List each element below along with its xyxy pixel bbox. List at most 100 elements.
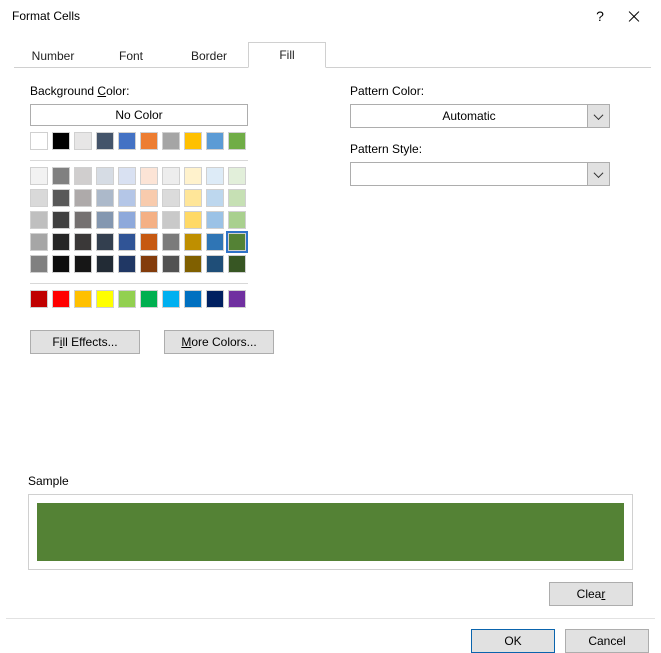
color-swatch[interactable] [206, 167, 224, 185]
sample-label: Sample [28, 474, 633, 488]
color-swatch[interactable] [30, 233, 48, 251]
color-swatch[interactable] [184, 189, 202, 207]
color-swatch[interactable] [162, 290, 180, 308]
pattern-style-combo[interactable] [350, 162, 610, 186]
fill-effects-button[interactable]: Fill Effects... [30, 330, 140, 354]
divider [30, 283, 248, 284]
theme-tints-grid [30, 167, 290, 275]
chevron-down-icon [587, 105, 609, 127]
color-swatch[interactable] [118, 132, 136, 150]
color-swatch[interactable] [206, 255, 224, 273]
color-swatch[interactable] [30, 132, 48, 150]
color-swatch[interactable] [30, 255, 48, 273]
color-swatch[interactable] [74, 189, 92, 207]
close-icon [627, 9, 641, 23]
color-swatch[interactable] [30, 211, 48, 229]
close-button[interactable] [617, 2, 651, 30]
color-swatch[interactable] [52, 211, 70, 229]
pattern-color-combo[interactable]: Automatic [350, 104, 610, 128]
pattern-color-value: Automatic [351, 109, 587, 123]
color-swatch[interactable] [162, 132, 180, 150]
sample-box [28, 494, 633, 570]
no-color-button[interactable]: No Color [30, 104, 248, 126]
color-swatch[interactable] [162, 167, 180, 185]
color-swatch[interactable] [74, 233, 92, 251]
ok-button[interactable]: OK [471, 629, 555, 653]
color-swatch[interactable] [74, 211, 92, 229]
standard-color-row [30, 290, 290, 310]
color-swatch[interactable] [206, 290, 224, 308]
color-swatch[interactable] [184, 167, 202, 185]
color-swatch[interactable] [118, 233, 136, 251]
color-swatch[interactable] [184, 290, 202, 308]
sample-fill [37, 503, 624, 561]
dialog-title: Format Cells [12, 9, 583, 23]
color-swatch[interactable] [118, 189, 136, 207]
color-swatch[interactable] [228, 290, 246, 308]
help-button[interactable]: ? [583, 2, 617, 30]
tab-bar: Number Font Border Fill [14, 42, 651, 68]
color-swatch[interactable] [96, 167, 114, 185]
more-colors-button[interactable]: More Colors... [164, 330, 274, 354]
color-swatch[interactable] [162, 211, 180, 229]
color-swatch[interactable] [184, 211, 202, 229]
color-swatch[interactable] [162, 255, 180, 273]
color-swatch[interactable] [228, 233, 246, 251]
color-swatch[interactable] [52, 132, 70, 150]
color-swatch[interactable] [96, 211, 114, 229]
bg-color-label: Background Color: [30, 84, 290, 98]
color-swatch[interactable] [52, 233, 70, 251]
color-swatch[interactable] [96, 132, 114, 150]
color-swatch[interactable] [30, 167, 48, 185]
color-swatch[interactable] [96, 233, 114, 251]
color-swatch[interactable] [140, 132, 158, 150]
color-swatch[interactable] [74, 290, 92, 308]
color-swatch[interactable] [118, 211, 136, 229]
color-swatch[interactable] [30, 290, 48, 308]
color-swatch[interactable] [74, 167, 92, 185]
color-swatch[interactable] [118, 255, 136, 273]
color-swatch[interactable] [96, 290, 114, 308]
tab-font[interactable]: Font [92, 44, 170, 68]
color-swatch[interactable] [118, 167, 136, 185]
divider [30, 160, 248, 161]
titlebar: Format Cells ? [0, 0, 661, 32]
color-swatch[interactable] [162, 233, 180, 251]
color-swatch[interactable] [140, 233, 158, 251]
color-swatch[interactable] [74, 132, 92, 150]
color-swatch[interactable] [118, 290, 136, 308]
color-swatch[interactable] [184, 255, 202, 273]
color-swatch[interactable] [30, 189, 48, 207]
color-swatch[interactable] [52, 189, 70, 207]
chevron-down-icon [587, 163, 609, 185]
color-swatch[interactable] [140, 290, 158, 308]
color-swatch[interactable] [140, 211, 158, 229]
color-swatch[interactable] [140, 255, 158, 273]
cancel-button[interactable]: Cancel [565, 629, 649, 653]
clear-button[interactable]: Clear [549, 582, 633, 606]
color-swatch[interactable] [162, 189, 180, 207]
color-swatch[interactable] [206, 233, 224, 251]
color-swatch[interactable] [140, 189, 158, 207]
color-swatch[interactable] [52, 255, 70, 273]
color-swatch[interactable] [228, 211, 246, 229]
color-swatch[interactable] [228, 189, 246, 207]
color-swatch[interactable] [184, 132, 202, 150]
color-swatch[interactable] [206, 189, 224, 207]
color-swatch[interactable] [74, 255, 92, 273]
color-swatch[interactable] [228, 167, 246, 185]
color-swatch[interactable] [184, 233, 202, 251]
color-swatch[interactable] [140, 167, 158, 185]
color-swatch[interactable] [96, 189, 114, 207]
tab-number[interactable]: Number [14, 44, 92, 68]
color-swatch[interactable] [96, 255, 114, 273]
color-swatch[interactable] [52, 167, 70, 185]
tab-fill[interactable]: Fill [248, 42, 326, 68]
color-swatch[interactable] [228, 132, 246, 150]
color-swatch[interactable] [228, 255, 246, 273]
color-swatch[interactable] [206, 211, 224, 229]
tab-border[interactable]: Border [170, 44, 248, 68]
color-swatch[interactable] [206, 132, 224, 150]
pattern-color-label: Pattern Color: [350, 84, 637, 98]
color-swatch[interactable] [52, 290, 70, 308]
